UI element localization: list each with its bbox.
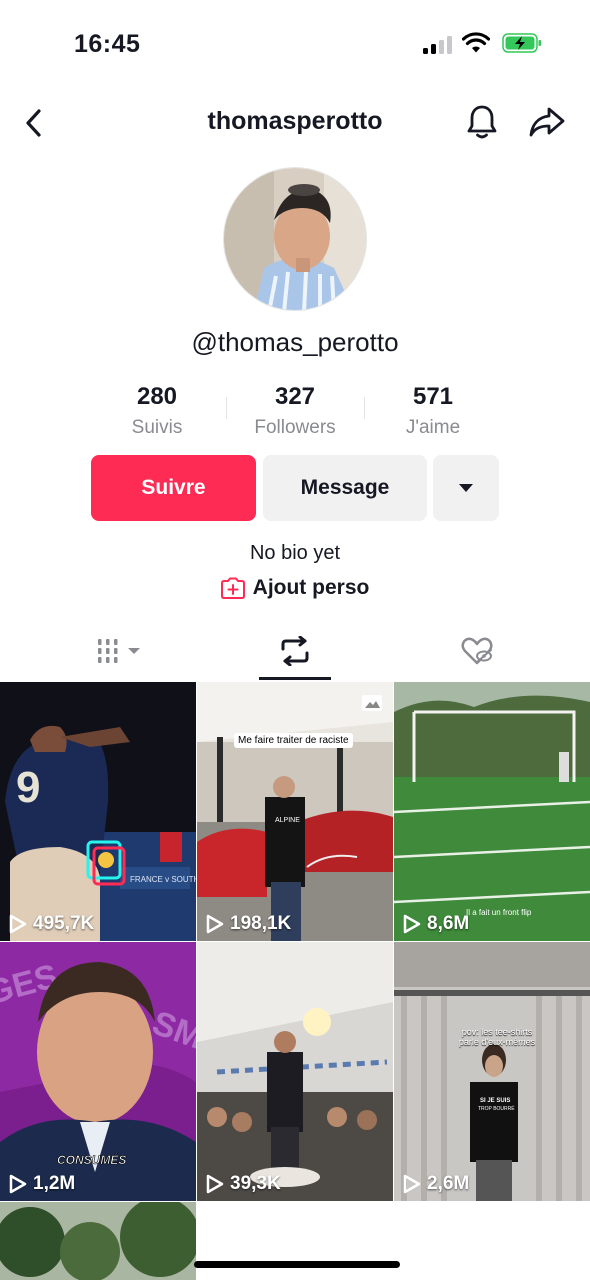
suggested-accounts-button[interactable] bbox=[433, 455, 499, 521]
play-icon bbox=[403, 1174, 421, 1194]
video-thumbnail: Il a fait un front flip bbox=[394, 682, 590, 941]
tab-liked[interactable] bbox=[417, 622, 537, 680]
status-bar: 16:45 bbox=[0, 0, 590, 90]
message-button[interactable]: Message bbox=[263, 455, 427, 521]
stat-followers[interactable]: 327 Followers bbox=[225, 383, 365, 439]
profile-bio: No bio yet bbox=[249, 542, 341, 564]
play-icon bbox=[403, 914, 421, 934]
status-time: 16:45 bbox=[74, 30, 141, 58]
video-tile[interactable]: GES SM CONSUMÉS 1,2M bbox=[0, 942, 196, 1201]
stat-following[interactable]: 280 Suivis bbox=[87, 383, 227, 439]
view-count: 495,7K bbox=[9, 913, 94, 935]
play-icon bbox=[9, 1174, 27, 1194]
view-count-value: 8,6M bbox=[427, 913, 470, 934]
view-count: 39,3K bbox=[206, 1173, 281, 1195]
video-tile[interactable]: FRANCE v SOUTH A 9 495,7K bbox=[0, 682, 196, 941]
avatar[interactable] bbox=[223, 167, 367, 311]
view-count: 198,1K bbox=[206, 913, 291, 935]
video-tile[interactable]: 39,3K bbox=[197, 942, 393, 1201]
video-tile[interactable]: SI JE SUIS TROP BOURRÉ pov: les tee-shir… bbox=[394, 942, 590, 1201]
repost-icon bbox=[281, 636, 309, 666]
stat-following-value: 280 bbox=[136, 383, 178, 410]
page-title: thomasperotto bbox=[207, 107, 383, 135]
add-link-label: Ajout perso bbox=[252, 576, 370, 599]
view-count: 8,6M bbox=[403, 913, 469, 935]
video-tile[interactable]: Il a fait un front flip 8,6M bbox=[394, 682, 590, 941]
wifi-icon bbox=[462, 32, 490, 53]
profile-stats: 280 Suivis 327 Followers 571 J'aime bbox=[0, 383, 590, 443]
home-indicator bbox=[194, 1261, 400, 1268]
photo-carousel-icon bbox=[362, 695, 382, 711]
video-thumbnail: GES SM CONSUMÉS bbox=[0, 942, 196, 1201]
video-caption: Me faire traiter de raciste bbox=[234, 733, 353, 748]
share-button[interactable] bbox=[528, 103, 566, 141]
stat-likes-value: 571 bbox=[412, 383, 454, 410]
add-link-button[interactable]: Ajout perso bbox=[0, 576, 590, 600]
stat-following-label: Suivis bbox=[131, 417, 183, 438]
profile-photo bbox=[224, 168, 366, 310]
video-thumbnail: ALPINE bbox=[197, 682, 393, 941]
profile-handle: @thomas_perotto bbox=[191, 327, 399, 357]
stat-likes-label: J'aime bbox=[405, 417, 461, 438]
play-icon bbox=[9, 914, 27, 934]
active-tab-indicator bbox=[259, 677, 331, 680]
svg-text:9: 9 bbox=[16, 763, 40, 812]
view-count-value: 2,6M bbox=[427, 1173, 470, 1194]
play-icon bbox=[206, 914, 224, 934]
view-count-value: 1,2M bbox=[33, 1173, 76, 1194]
svg-text:TROP BOURRÉ: TROP BOURRÉ bbox=[478, 1105, 515, 1112]
caret-down-icon bbox=[459, 484, 473, 492]
view-count: 1,2M bbox=[9, 1173, 75, 1195]
profile-header: thomasperotto bbox=[0, 95, 590, 150]
stat-likes[interactable]: 571 J'aime bbox=[363, 383, 503, 439]
cellular-signal-icon bbox=[423, 36, 453, 54]
view-count-value: 495,7K bbox=[33, 913, 95, 934]
video-thumbnail bbox=[197, 942, 393, 1201]
profile-tabs bbox=[0, 622, 590, 682]
video-caption: pov: les tee-shirts parle d'eux-mêmes bbox=[458, 1027, 536, 1047]
view-count-value: 198,1K bbox=[230, 913, 292, 934]
video-thumbnail bbox=[0, 1202, 196, 1280]
add-square-icon bbox=[220, 577, 245, 599]
stat-followers-label: Followers bbox=[254, 417, 336, 438]
view-count-value: 39,3K bbox=[230, 1173, 281, 1194]
tab-reposts[interactable] bbox=[235, 622, 355, 680]
svg-text:FRANCE v SOUTH A: FRANCE v SOUTH A bbox=[130, 875, 196, 884]
svg-text:ALPINE: ALPINE bbox=[275, 817, 300, 824]
battery-charging-icon bbox=[502, 33, 541, 53]
video-thumbnail: SI JE SUIS TROP BOURRÉ bbox=[394, 942, 590, 1201]
view-count: 2,6M bbox=[403, 1173, 469, 1195]
play-icon bbox=[206, 1174, 224, 1194]
video-caption: CONSUMÉS bbox=[57, 1152, 126, 1167]
svg-text:SI JE SUIS: SI JE SUIS bbox=[480, 1098, 510, 1104]
notifications-button[interactable] bbox=[464, 103, 500, 141]
video-tile[interactable]: ALPINE Me faire traiter de raciste 198,1… bbox=[197, 682, 393, 941]
follow-button[interactable]: Suivre bbox=[91, 455, 256, 521]
video-thumbnail: FRANCE v SOUTH A 9 bbox=[0, 682, 196, 941]
video-tile[interactable] bbox=[0, 1202, 196, 1280]
bell-icon bbox=[467, 105, 497, 139]
share-arrow-icon bbox=[529, 107, 565, 137]
grid-icon bbox=[98, 639, 140, 663]
liked-hidden-icon bbox=[461, 637, 493, 665]
stat-followers-value: 327 bbox=[274, 383, 316, 410]
video-caption: Il a fait un front flip bbox=[466, 908, 532, 917]
tab-videos[interactable] bbox=[60, 622, 180, 680]
